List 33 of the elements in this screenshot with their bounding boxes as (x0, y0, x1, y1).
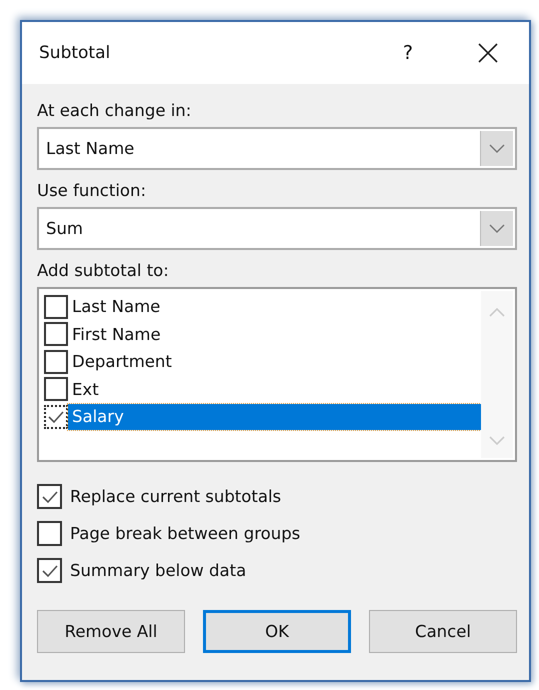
checkbox-label: Replace current subtotals (70, 487, 282, 506)
checkbox[interactable] (37, 484, 62, 509)
close-icon[interactable] (477, 42, 499, 64)
list-item[interactable]: Last Name (68, 294, 481, 320)
list-item[interactable]: Department (68, 348, 481, 375)
checkbox[interactable] (44, 404, 68, 429)
checkbox-label: Page break between groups (70, 524, 300, 543)
list-item[interactable]: First Name (68, 321, 481, 348)
column-list[interactable]: Last Name First Name Department Ext Salary (37, 287, 517, 462)
list-item[interactable]: Ext (68, 376, 481, 402)
checkbox[interactable] (44, 350, 68, 374)
checkmark-icon[interactable] (40, 490, 58, 504)
checkbox[interactable] (37, 521, 62, 546)
chevron-down-icon[interactable] (489, 224, 505, 234)
checkbox[interactable] (44, 322, 68, 346)
dialog-button[interactable]: Cancel (369, 610, 517, 653)
chevron-down-icon[interactable] (489, 144, 505, 154)
dropdown[interactable]: Sum (37, 207, 517, 250)
checkbox[interactable] (44, 377, 68, 402)
dropdown[interactable]: Last Name (37, 127, 517, 170)
ok-button[interactable]: OK (203, 610, 351, 653)
field-label: At each change in: (37, 100, 192, 122)
list-item[interactable]: Salary (68, 404, 481, 430)
field-label: Add subtotal to: (37, 260, 170, 282)
window-title: Subtotal (39, 43, 110, 63)
field-label: Use function: (37, 180, 148, 202)
checkbox[interactable] (44, 294, 68, 319)
checkbox[interactable] (37, 558, 62, 583)
help-button[interactable]: ? (402, 42, 413, 64)
checkmark-icon[interactable] (40, 564, 58, 578)
checkbox-label: Summary below data (70, 561, 246, 580)
checkmark-icon[interactable] (47, 410, 65, 424)
dialog-button[interactable]: Remove All (37, 610, 185, 653)
